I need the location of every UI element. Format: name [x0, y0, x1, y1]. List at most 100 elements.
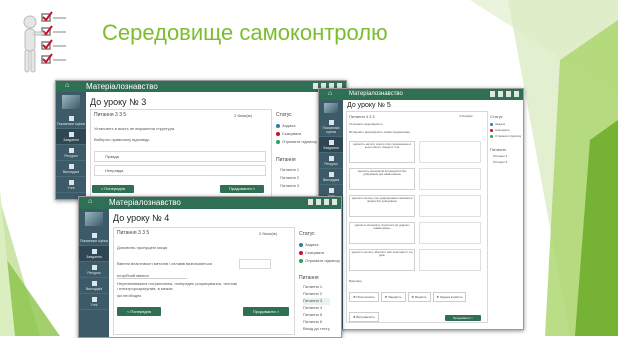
page-title: До уроку № 3 — [90, 97, 147, 107]
message-icon[interactable] — [490, 91, 495, 97]
message-icon[interactable] — [308, 199, 313, 205]
match-drop-slot[interactable] — [419, 141, 481, 163]
bell-icon[interactable] — [498, 91, 503, 97]
user-icon — [328, 172, 334, 177]
sidebar-item-tasks[interactable]: Завдання — [319, 137, 343, 153]
match-definition: здатність матеріалу опиратися дії ударни… — [349, 222, 415, 244]
quiz-window-lesson-5: ⌂ Матеріалознавство Показники оцінок Зав… — [318, 88, 524, 330]
sidebar-item-grades[interactable]: Показники оцінок — [56, 113, 86, 129]
question-link[interactable]: Питання 3 — [280, 183, 299, 188]
status-dot — [276, 123, 280, 128]
user-icon[interactable] — [514, 91, 519, 97]
answer-chip[interactable]: ✥ Міцність — [407, 292, 431, 302]
next-button[interactable]: Продовжити > — [243, 307, 289, 316]
sidebar-item-teachers[interactable]: Викладачі — [56, 161, 86, 177]
question-link[interactable]: Питання 2 — [303, 291, 330, 298]
question-instruction: Встановіть відповідність поміж предметам… — [349, 130, 410, 134]
next-button[interactable]: Продовжити > — [220, 185, 264, 193]
option-false[interactable]: Неправда — [94, 165, 266, 176]
users-icon — [328, 188, 334, 193]
question-link[interactable]: Питання 4 — [303, 305, 330, 312]
sidebar-item-tasks[interactable]: Завдання — [79, 246, 109, 262]
match-drop-slot[interactable] — [419, 195, 481, 217]
checklist-mascot-icon — [23, 11, 66, 73]
question-link[interactable]: Питання 2 — [280, 175, 299, 180]
match-definition: здатність металу зберігати свої властиво… — [349, 249, 415, 271]
app-title: Матеріалознавство — [109, 198, 181, 207]
bell-icon[interactable] — [316, 199, 321, 205]
question-link[interactable]: Питання 5 — [493, 160, 507, 164]
status-dot — [299, 258, 303, 263]
question-label: Питання 4 3 5 — [349, 114, 375, 119]
book-icon — [91, 249, 97, 254]
prev-button[interactable]: < Попередня — [117, 307, 161, 316]
sidebar-item-resources[interactable]: Ресурси — [319, 153, 343, 169]
option-true[interactable]: Правда — [94, 151, 266, 162]
folder-icon — [91, 265, 97, 270]
question-link[interactable]: Питання 1 — [280, 167, 299, 172]
status-dot — [276, 139, 280, 144]
next-button[interactable]: Продовжити > — [445, 315, 481, 321]
users-icon — [68, 180, 74, 185]
match-drop-slot[interactable] — [419, 168, 481, 190]
answer-chip[interactable]: ✥ Твердість — [380, 292, 406, 302]
calendar-icon[interactable] — [324, 199, 329, 205]
status-dot — [276, 131, 280, 136]
book-icon — [328, 140, 334, 145]
course-image — [85, 212, 103, 226]
slide-title: Середовище самоконтролю — [102, 20, 388, 45]
match-row: здатність металу зберігати свої властиво… — [349, 249, 483, 273]
question-link[interactable]: Питання 3 — [303, 298, 330, 305]
option-label: Неправда — [105, 168, 124, 173]
status-item: Отримати підписку — [276, 139, 317, 144]
match-drop-slot[interactable] — [419, 222, 481, 244]
question-link[interactable]: Питання 4 — [493, 154, 507, 158]
status-item: Задача — [276, 123, 295, 128]
sidebar-item-students[interactable]: Учні — [79, 294, 109, 310]
question-text: Установіть відповідність — [349, 122, 383, 126]
question-link[interactable]: Питання 1 — [303, 284, 330, 291]
app-title: Матеріалознавство — [349, 91, 403, 97]
answer-chip[interactable]: ✥ Витривалість — [349, 312, 379, 322]
status-dot — [490, 128, 493, 132]
sidebar-item-grades[interactable]: Показники оцінок — [319, 117, 343, 137]
answer-chip[interactable]: ✥ Ударна в'язкість — [432, 292, 467, 302]
home-icon[interactable]: ⌂ — [328, 90, 336, 98]
status-title: Статус — [276, 112, 292, 118]
status-item: Отримати підписку — [299, 258, 340, 263]
user-icon — [68, 164, 74, 169]
blank-input-1[interactable] — [239, 259, 271, 269]
sidebar: Показники оцінок Завдання Ресурси Виклад… — [56, 92, 86, 199]
quiz-window-lesson-3: ⌂ Матеріалознавство Показники оцінок Зав… — [55, 80, 347, 200]
status-item: Скасувати — [299, 250, 324, 255]
question-link[interactable]: Питання 5 — [303, 312, 330, 319]
sidebar-item-tasks[interactable]: Завдання — [56, 129, 86, 145]
home-icon[interactable]: ⌂ — [88, 198, 96, 206]
questions-title: Питання — [490, 147, 506, 152]
status-item: Задача — [490, 122, 505, 126]
question-link[interactable]: Питання 6 — [303, 319, 330, 326]
question-link[interactable]: Вихід до тесту — [303, 326, 330, 333]
user-icon[interactable] — [332, 199, 337, 205]
match-definition: здатність матеріалів витримувати без руй… — [349, 168, 415, 190]
sidebar-item-resources[interactable]: Ресурси — [79, 262, 109, 278]
sidebar-item-grades[interactable]: Показники оцінок — [79, 230, 109, 246]
sidebar-item-teachers[interactable]: Викладачі — [79, 278, 109, 294]
question-text: Доповніть пропущені місця — [117, 245, 168, 250]
questions-title: Питання — [276, 157, 296, 163]
users-icon — [91, 297, 97, 302]
sidebar-item-teachers[interactable]: Викладачі — [319, 169, 343, 185]
home-icon[interactable]: ⌂ — [65, 82, 73, 90]
match-row: здатність матеріалу опиратися дії ударни… — [349, 222, 483, 246]
answer-chip[interactable]: ✥ Пластичність — [349, 292, 379, 302]
page-title: До уроку № 5 — [347, 102, 391, 109]
sidebar-item-resources[interactable]: Ресурси — [56, 145, 86, 161]
blank-input-2[interactable]: потрібний вміння — [117, 273, 187, 279]
match-drop-slot[interactable] — [419, 249, 481, 271]
match-row: здатність матеріалів витримувати без руй… — [349, 168, 483, 192]
status-dot — [299, 250, 303, 255]
prev-button[interactable]: < Попередня — [92, 185, 134, 193]
calendar-icon[interactable] — [506, 91, 511, 97]
status-item: Скасувати — [490, 128, 509, 132]
sidebar-item-students[interactable]: Учні — [56, 177, 86, 193]
